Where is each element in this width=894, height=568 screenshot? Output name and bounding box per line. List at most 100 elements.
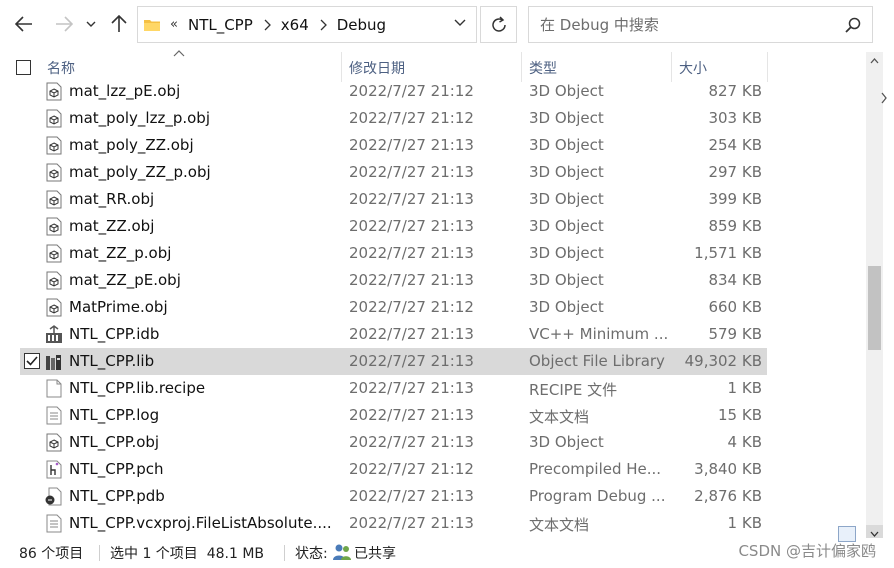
file-type: 3D Object	[529, 190, 604, 208]
database-icon	[45, 325, 63, 344]
navigation-bar: « NTL_CPP x64 Debug 在 Debug 中搜索	[0, 0, 894, 50]
file-name: NTL_CPP.vcxproj.FileListAbsolute....	[69, 514, 332, 532]
file-row[interactable]: MatPrime.obj 2022/7/27 21:12 3D Object 660 …	[20, 294, 767, 321]
file-type: Program Debug ...	[529, 487, 666, 505]
file-name: NTL_CPP.idb	[69, 325, 160, 343]
debug-database-icon	[45, 487, 63, 506]
file-modified-date: 2022/7/27 21:13	[349, 514, 474, 532]
file-row[interactable]: NTL_CPP.idb 2022/7/27 21:13 VC++ Minimum .…	[20, 321, 767, 348]
select-all-checkbox[interactable]	[16, 60, 31, 75]
scroll-up-button[interactable]	[866, 52, 883, 69]
file-list[interactable]: mat_lzz_pE.obj 2022/7/27 21:12 3D Object 82…	[0, 78, 866, 537]
file-size: 660 KB	[708, 298, 762, 316]
refresh-button[interactable]	[480, 6, 517, 43]
back-button[interactable]	[12, 12, 36, 36]
file-modified-date: 2022/7/27 21:13	[349, 217, 474, 235]
refresh-icon	[491, 15, 506, 32]
file-modified-date: 2022/7/27 21:12	[349, 298, 474, 316]
chevron-right-icon[interactable]	[319, 19, 327, 31]
checkmark-icon	[26, 356, 38, 366]
file-row[interactable]: mat_poly_lzz_p.obj 2022/7/27 21:12 3D Obje…	[20, 105, 767, 132]
file-row[interactable]: NTL_CPP.pdb 2022/7/27 21:13 Program Debug …	[20, 483, 767, 510]
window-edge-chevron-icon	[881, 92, 887, 104]
file-size: 1 KB	[727, 379, 762, 397]
shared-users-icon	[333, 544, 351, 560]
file-name: NTL_CPP.pdb	[69, 487, 165, 505]
file-name: mat_lzz_pE.obj	[69, 82, 181, 100]
file-name: mat_ZZ_p.obj	[69, 244, 172, 262]
3d-object-icon	[45, 190, 63, 209]
file-type: VC++ Minimum ...	[529, 325, 669, 343]
file-row[interactable]: NTL_CPP.vcxproj.FileListAbsolute.... 2022…	[20, 510, 767, 537]
file-type: Precompiled He...	[529, 460, 662, 478]
column-header-type[interactable]: 类型	[529, 58, 557, 78]
file-size: 827 KB	[708, 82, 762, 100]
file-modified-date: 2022/7/27 21:12	[349, 460, 474, 478]
file-type: 3D Object	[529, 271, 604, 289]
file-type: 3D Object	[529, 244, 604, 262]
file-modified-date: 2022/7/27 21:13	[349, 406, 474, 424]
file-type: 3D Object	[529, 433, 604, 451]
column-header-name[interactable]: 名称	[47, 58, 75, 78]
file-row[interactable]: mat_ZZ_p.obj 2022/7/27 21:13 3D Object 1,57…	[20, 240, 767, 267]
file-name: NTL_CPP.log	[69, 406, 160, 424]
file-name: NTL_CPP.pch	[69, 460, 164, 478]
file-modified-date: 2022/7/27 21:13	[349, 487, 474, 505]
breadcrumb-ntl-cpp[interactable]: NTL_CPP	[188, 16, 253, 34]
file-row[interactable]: mat_ZZ.obj 2022/7/27 21:13 3D Object 859 KB	[20, 213, 767, 240]
chevron-right-icon[interactable]	[263, 19, 271, 31]
3d-object-icon	[45, 433, 63, 452]
file-row[interactable]: mat_lzz_pE.obj 2022/7/27 21:12 3D Object 82…	[20, 78, 767, 105]
search-box[interactable]: 在 Debug 中搜索	[528, 6, 873, 43]
file-name: NTL_CPP.lib	[69, 352, 155, 370]
arrow-right-icon	[56, 16, 73, 32]
file-type: 3D Object	[529, 82, 604, 100]
3d-object-icon	[45, 109, 63, 128]
breadcrumb-debug[interactable]: Debug	[337, 16, 386, 34]
up-button[interactable]	[107, 12, 131, 36]
forward-button[interactable]	[52, 12, 76, 36]
file-type: RECIPE 文件	[529, 381, 618, 399]
file-row[interactable]: mat_poly_ZZ.obj 2022/7/27 21:13 3D Object 2…	[20, 132, 767, 159]
text-file-icon	[45, 406, 63, 425]
chevron-down-icon[interactable]	[454, 19, 466, 27]
scroll-thumb[interactable]	[868, 266, 881, 350]
3d-object-icon	[45, 136, 63, 155]
file-size: 297 KB	[708, 163, 762, 181]
column-header-date[interactable]: 修改日期	[349, 58, 405, 78]
file-row[interactable]: NTL_CPP.obj 2022/7/27 21:13 3D Object 4 KB	[20, 429, 767, 456]
breadcrumb-x64[interactable]: x64	[281, 16, 309, 34]
file-size: 303 KB	[708, 109, 762, 127]
file-type: 3D Object	[529, 136, 604, 154]
file-modified-date: 2022/7/27 21:12	[349, 109, 474, 127]
share-state-label: 状态:	[295, 546, 328, 562]
file-row[interactable]: mat_RR.obj 2022/7/27 21:13 3D Object 399 KB	[20, 186, 767, 213]
file-modified-date: 2022/7/27 21:13	[349, 352, 474, 370]
file-modified-date: 2022/7/27 21:12	[349, 82, 474, 100]
file-row[interactable]: mat_poly_ZZ_p.obj 2022/7/27 21:13 3D Objec…	[20, 159, 767, 186]
file-row[interactable]: NTL_CPP.log 2022/7/27 21:13 文本文档 15 KB	[20, 402, 767, 429]
file-row[interactable]: mat_ZZ_pE.obj 2022/7/27 21:13 3D Object 834…	[20, 267, 767, 294]
file-row[interactable]: NTL_CPP.lib 2022/7/27 21:13 Object File Li…	[20, 348, 767, 375]
file-name: MatPrime.obj	[69, 298, 168, 316]
file-size: 579 KB	[708, 325, 762, 343]
file-size: 15 KB	[718, 406, 762, 424]
caret-down-icon	[870, 531, 879, 537]
precompiled-header-icon	[45, 460, 63, 479]
vertical-scrollbar[interactable]	[866, 52, 883, 542]
file-name: mat_poly_lzz_p.obj	[69, 109, 210, 127]
recent-locations-button[interactable]	[83, 12, 99, 36]
column-header-size[interactable]: 大小	[679, 58, 707, 78]
file-row[interactable]: NTL_CPP.pch 2022/7/27 21:12 Precompiled He…	[20, 456, 767, 483]
breadcrumb-overflow[interactable]: «	[170, 17, 178, 32]
folder-icon	[144, 19, 160, 31]
file-size: 254 KB	[708, 136, 762, 154]
file-name: mat_poly_ZZ.obj	[69, 136, 194, 154]
address-bar[interactable]: « NTL_CPP x64 Debug	[137, 6, 477, 43]
chevron-down-icon	[86, 21, 96, 27]
file-size: 399 KB	[708, 190, 762, 208]
row-checkbox[interactable]	[24, 353, 40, 369]
file-row[interactable]: NTL_CPP.lib.recipe 2022/7/27 21:13 RECIPE …	[20, 375, 767, 402]
3d-object-icon	[45, 163, 63, 182]
file-modified-date: 2022/7/27 21:13	[349, 325, 474, 343]
